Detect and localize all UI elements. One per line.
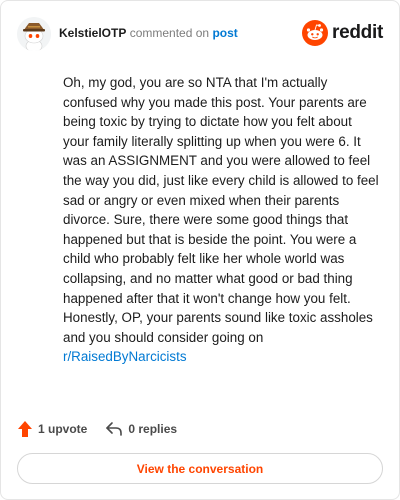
commented-on-label: commented on bbox=[129, 26, 210, 40]
comment-actions: 1 upvote 0 replies bbox=[17, 419, 195, 439]
avatar[interactable] bbox=[17, 17, 51, 51]
embedded-comment-card: KelstielOTP commented on post reddit Oh,… bbox=[0, 0, 400, 500]
view-conversation-button[interactable]: View the conversation bbox=[17, 453, 383, 484]
snoo-avatar-icon bbox=[17, 17, 51, 51]
reddit-logo-icon bbox=[302, 20, 329, 46]
subreddit-link[interactable]: r/RaisedByNarcicists bbox=[63, 349, 187, 364]
comment-text: Oh, my god, you are so NTA that I'm actu… bbox=[63, 75, 379, 345]
upvote-arrow-icon bbox=[18, 421, 32, 437]
comment-header: KelstielOTP commented on post reddit bbox=[17, 17, 383, 51]
reply-arrow-icon bbox=[106, 422, 123, 436]
brand-wordmark: reddit bbox=[332, 22, 383, 43]
post-link[interactable]: post bbox=[212, 26, 237, 40]
comment-body: Oh, my god, you are so NTA that I'm actu… bbox=[63, 73, 381, 367]
reddit-brand[interactable]: reddit bbox=[302, 19, 383, 47]
reply-button[interactable]: 0 replies bbox=[105, 421, 177, 437]
reply-count: 0 replies bbox=[128, 422, 178, 436]
upvote-count: 1 upvote bbox=[38, 422, 88, 436]
comment-meta: KelstielOTP commented on post bbox=[59, 26, 238, 40]
username[interactable]: KelstielOTP bbox=[59, 26, 126, 40]
upvote-button[interactable]: 1 upvote bbox=[17, 420, 87, 438]
